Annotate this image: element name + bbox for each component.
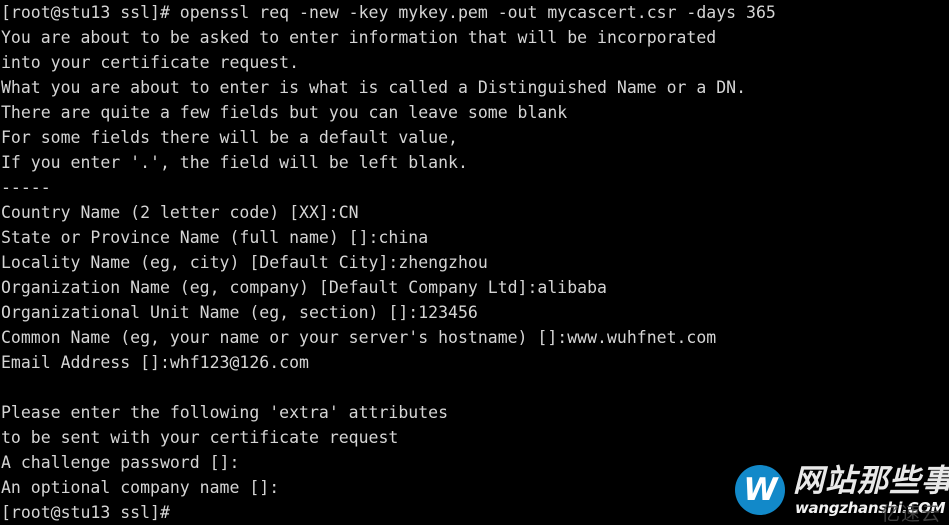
terminal-line-organizational-unit: Organizational Unit Name (eg, section) […	[1, 303, 478, 322]
terminal-line-locality-name: Locality Name (eg, city) [Default City]:…	[1, 253, 488, 272]
terminal-line-optional-company: An optional company name []:	[1, 478, 280, 497]
terminal-line: to be sent with your certificate request	[1, 428, 399, 447]
terminal-line-challenge-password: A challenge password []:	[1, 453, 240, 472]
terminal-line: into your certificate request.	[1, 53, 300, 72]
terminal-screen: [root@stu13 ssl]# openssl req -new -key …	[0, 0, 949, 525]
terminal-window[interactable]: [root@stu13 ssl]# openssl req -new -key …	[0, 0, 949, 525]
terminal-line-prompt: [root@stu13 ssl]#	[1, 503, 170, 522]
terminal-line-email-address: Email Address []:whf123@126.com	[1, 353, 309, 372]
terminal-line-organization-name: Organization Name (eg, company) [Default…	[1, 278, 607, 297]
terminal-line-country-name: Country Name (2 letter code) [XX]:CN	[1, 203, 359, 222]
terminal-line: For some fields there will be a default …	[1, 128, 458, 147]
terminal-line: Please enter the following 'extra' attri…	[1, 403, 449, 422]
terminal-line-state-province: State or Province Name (full name) []:ch…	[1, 228, 429, 247]
terminal-line: There are quite a few fields but you can…	[1, 103, 568, 122]
terminal-line-common-name: Common Name (eg, your name or your serve…	[1, 328, 717, 347]
terminal-line: [root@stu13 ssl]# openssl req -new -key …	[1, 3, 776, 22]
terminal-line: You are about to be asked to enter infor…	[1, 28, 717, 47]
terminal-line: What you are about to enter is what is c…	[1, 78, 747, 97]
terminal-line: If you enter '.', the field will be left…	[1, 153, 468, 172]
terminal-line-separator: -----	[1, 178, 51, 197]
